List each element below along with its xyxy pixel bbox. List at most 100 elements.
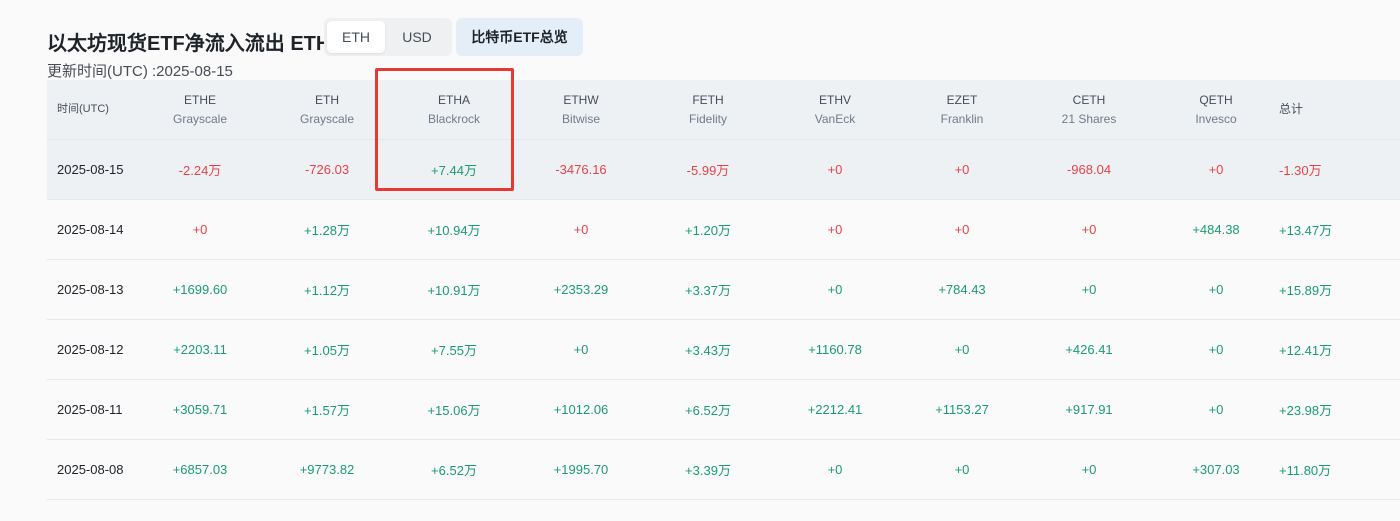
btc-etf-overview-button[interactable]: 比特币ETF总览 (456, 18, 583, 56)
header-issuer: Bitwise (561, 111, 600, 126)
page-title: 以太坊现货ETF净流入流出 ETH (47, 33, 331, 55)
flow-cell-ceth: +0 (1081, 462, 1097, 477)
flow-cell-etha: +10.91万 (427, 283, 481, 298)
header-qeth: QETH Invesco (1156, 80, 1276, 139)
flow-cell-ezet: +0 (954, 162, 970, 177)
flow-cell-ceth: +0 (1081, 222, 1097, 237)
header-ticker: ETHW (563, 92, 599, 107)
flow-cell-eth: +1.05万 (304, 343, 350, 358)
flow-cell-ceth: +0 (1081, 282, 1097, 297)
flow-cell-ethw: +2353.29 (553, 282, 609, 297)
table-row: 2025-08-14 +0 +1.28万 +10.94万 +0 +1.20万 +0 +0 +0 +… (47, 200, 1400, 260)
header-issuer: 21 Shares (1061, 111, 1117, 126)
header-feth: FETH Fidelity (648, 80, 768, 139)
flow-cell-total: +11.80万 (1279, 463, 1332, 478)
table-row: 2025-08-08 +6857.03 +9773.82 +6.52万 +1995.70… (47, 440, 1400, 500)
flow-cell-eth: +1.57万 (304, 403, 350, 418)
header-issuer: Fidelity (688, 111, 727, 126)
header-ticker: QETH (1199, 92, 1233, 107)
flow-cell-ethe: +2203.11 (173, 342, 227, 357)
flow-cell-ethw: -3476.16 (555, 162, 607, 177)
etf-flow-table: 时间(UTC) ETHE Grayscale ETH Grayscale ETHA Bla… (47, 80, 1400, 500)
flow-cell-total: -1.30万 (1279, 163, 1322, 178)
header-ticker: ETH (315, 92, 339, 107)
header-issuer: Franklin (940, 111, 984, 126)
flow-cell-ethw: +1012.06 (553, 402, 609, 417)
flow-cell-ezet: +0 (954, 222, 970, 237)
flow-cell-eth: +1.28万 (304, 223, 350, 238)
table-row: 2025-08-12 +2203.11 +1.05万 +7.55万 +0 +3.43万 +1… (47, 320, 1400, 380)
flow-cell-ethe: +3059.71 (172, 402, 228, 417)
table-row: 2025-08-13 +1699.60 +1.12万 +10.91万 +2353.29 +… (47, 260, 1400, 320)
flow-cell-etha: +6.52万 (431, 463, 477, 478)
flow-cell-eth: -726.03 (304, 162, 350, 177)
flow-cell-feth: +3.43万 (685, 343, 731, 358)
header-issuer: Invesco (1195, 111, 1237, 126)
flow-cell-eth: +9773.82 (299, 462, 355, 477)
header-ethe: ETHE Grayscale (140, 80, 260, 139)
flow-cell-ceth: -968.04 (1066, 162, 1112, 177)
flow-cell-ethe: -2.24万 (178, 163, 222, 178)
flow-cell-ethe: +1699.60 (172, 282, 228, 297)
flow-cell-ethv: +0 (827, 462, 843, 477)
header-ezet: EZET Franklin (902, 80, 1022, 139)
flow-cell-ethv: +0 (827, 162, 843, 177)
flow-cell-total: +15.89万 (1279, 283, 1333, 298)
flow-cell-ezet: +784.43 (938, 282, 986, 297)
flow-cell-ethv: +0 (827, 222, 843, 237)
eth-unit-button[interactable]: ETH (327, 21, 385, 53)
header-issuer: Blackrock (427, 111, 480, 126)
flow-cell-ethv: +1160.78 (808, 342, 862, 357)
header-ceth: CETH 21 Shares (1029, 80, 1149, 139)
header-total: 总计 (1279, 102, 1304, 116)
header-issuer: Grayscale (172, 111, 228, 126)
flow-cell-feth: -5.99万 (686, 163, 730, 178)
header-ticker: FETH (692, 92, 724, 107)
flow-cell-ceth: +917.91 (1065, 402, 1113, 417)
flow-cell-total: +12.41万 (1279, 343, 1333, 358)
flow-cell-etha: +7.44万 (431, 163, 477, 178)
flow-cell-eth: +1.12万 (304, 283, 350, 298)
flow-cell-ethv: +2212.41 (807, 402, 863, 417)
flow-cell-total: +13.47万 (1279, 223, 1333, 238)
flow-cell-ethw: +1995.70 (553, 462, 609, 477)
flow-cell-ezet: +0 (954, 462, 970, 477)
header-ticker: ETHV (818, 92, 851, 107)
flow-cell-qeth: +0 (1208, 282, 1224, 297)
flow-cell-feth: +6.52万 (685, 403, 731, 418)
table-row: 2025-08-15 -2.24万 -726.03 +7.44万 -3476.16 -5.… (47, 140, 1400, 200)
flow-cell-qeth: +0 (1208, 402, 1224, 417)
flow-cell-qeth: +0 (1208, 162, 1224, 177)
flow-cell-ethe: +6857.03 (172, 462, 228, 477)
flow-cell-etha: +10.94万 (427, 223, 481, 238)
etf-flow-page: 以太坊现货ETF净流入流出 ETH ETH USD 比特币ETF总览 更新时间(… (0, 0, 1400, 521)
table-row: 2025-08-11 +3059.71 +1.57万 +15.06万 +1012.06 +… (47, 380, 1400, 440)
unit-toggle: ETH USD (324, 18, 452, 56)
flow-cell-ethw: +0 (573, 222, 589, 237)
flow-cell-total: +23.98万 (1279, 403, 1333, 418)
flow-cell-qeth: +484.38 (1192, 222, 1240, 237)
flow-cell-etha: +15.06万 (427, 403, 481, 418)
table-header-row: 时间(UTC) ETHE Grayscale ETH Grayscale ETHA Bla… (47, 80, 1400, 140)
flow-cell-ezet: +0 (954, 342, 970, 357)
header-etha: ETHA Blackrock (394, 80, 514, 139)
header-ethw: ETHW Bitwise (521, 80, 641, 139)
flow-cell-qeth: +0 (1208, 342, 1224, 357)
flow-cell-etha: +7.55万 (431, 343, 477, 358)
flow-cell-ethw: +0 (573, 342, 589, 357)
header-ticker: ETHE (183, 92, 216, 107)
flow-cell-feth: +1.20万 (685, 223, 731, 238)
header-ethv: ETHV VanEck (775, 80, 895, 139)
flow-cell-qeth: +307.03 (1192, 462, 1240, 477)
header-eth: ETH Grayscale (267, 80, 387, 139)
flow-cell-feth: +3.39万 (685, 463, 731, 478)
usd-unit-button[interactable]: USD (388, 21, 446, 53)
flow-cell-ethv: +0 (827, 282, 843, 297)
header-issuer: VanEck (814, 111, 856, 126)
header-ticker: ETHA (437, 92, 470, 107)
update-time: 更新时间(UTC) :2025-08-15 (47, 63, 233, 80)
flow-cell-feth: +3.37万 (685, 283, 731, 298)
flow-cell-ethe: +0 (192, 222, 208, 237)
flow-cell-ceth: +426.41 (1065, 342, 1113, 357)
header-issuer: Grayscale (299, 111, 355, 126)
